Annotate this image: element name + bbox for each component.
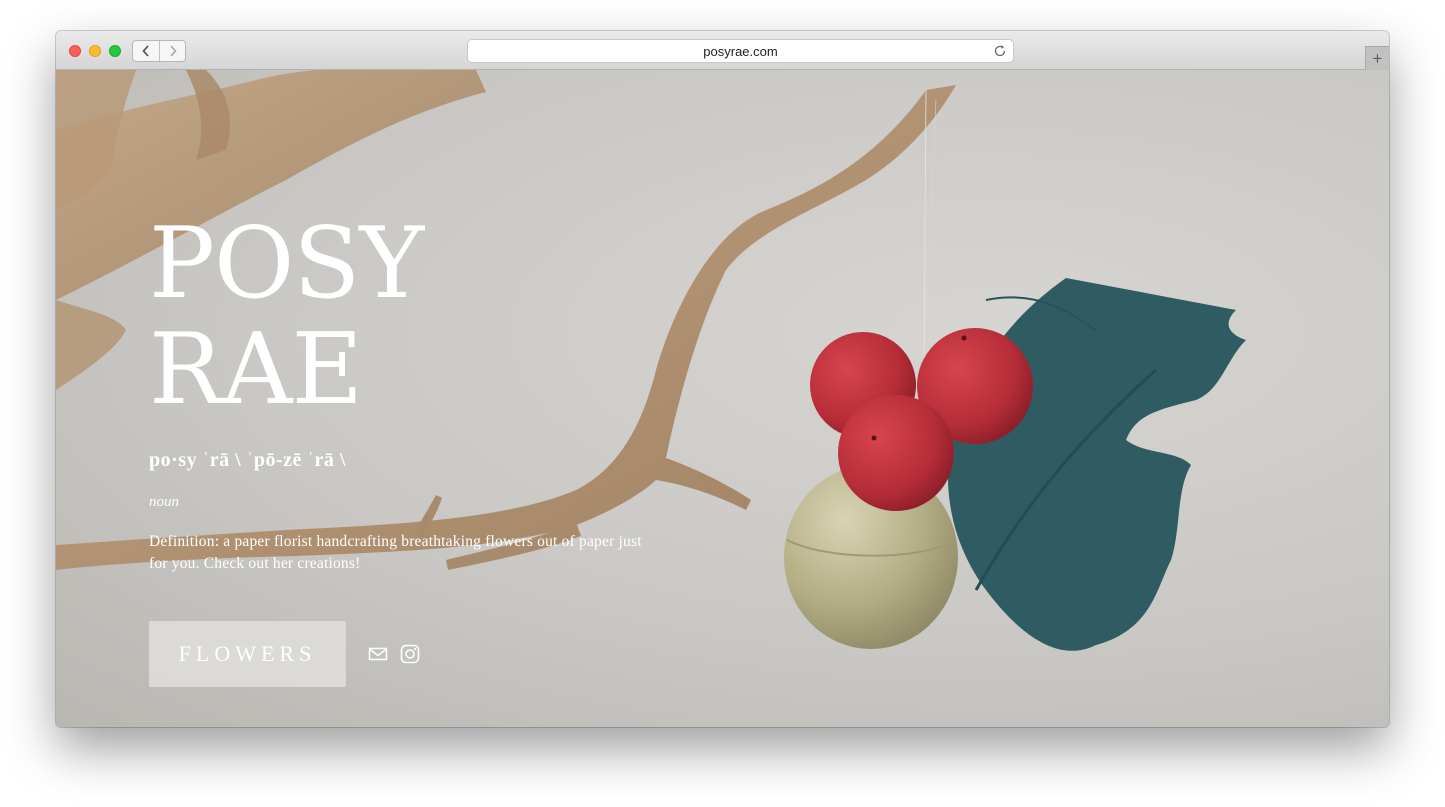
brand-title-line-2: RAE xyxy=(149,313,363,427)
chevron-right-icon xyxy=(169,45,177,57)
url-text: posyrae.com xyxy=(703,43,778,59)
chevron-left-icon xyxy=(142,45,149,57)
instagram-icon[interactable] xyxy=(400,644,420,664)
brand-title: POSY RAE xyxy=(149,211,569,423)
browser-window: posyrae.com + POSY RAE po·sy ˈrā \ ˈpō-z… xyxy=(56,31,1389,727)
reload-icon[interactable] xyxy=(993,44,1007,58)
hero-text: POSY RAE po·sy ˈrā \ ˈpō-zē ˈrā \ noun D… xyxy=(149,211,649,575)
mail-icon[interactable] xyxy=(368,644,388,664)
browser-titlebar: posyrae.com + xyxy=(56,31,1389,70)
part-of-speech: noun xyxy=(149,494,179,510)
forward-button[interactable] xyxy=(159,41,185,61)
navigation-buttons xyxy=(132,40,186,62)
brand-title-line-1: POSY xyxy=(149,207,424,321)
back-button[interactable] xyxy=(133,41,159,61)
address-bar[interactable]: posyrae.com xyxy=(467,39,1014,63)
definition-text: Definition: a paper florist handcrafting… xyxy=(149,533,642,572)
new-tab-button[interactable]: + xyxy=(1365,46,1389,70)
maximize-window-button[interactable] xyxy=(109,45,121,57)
minimize-window-button[interactable] xyxy=(89,45,101,57)
close-window-button[interactable] xyxy=(69,45,81,57)
hero-section: POSY RAE po·sy ˈrā \ ˈpō-zē ˈrā \ noun D… xyxy=(56,70,1389,727)
social-links xyxy=(368,644,420,664)
flowers-button[interactable]: FLOWERS xyxy=(149,621,346,687)
hero-actions: FLOWERS xyxy=(149,621,420,687)
pronunciation: po·sy ˈrā \ ˈpō-zē ˈrā \ xyxy=(149,449,346,471)
